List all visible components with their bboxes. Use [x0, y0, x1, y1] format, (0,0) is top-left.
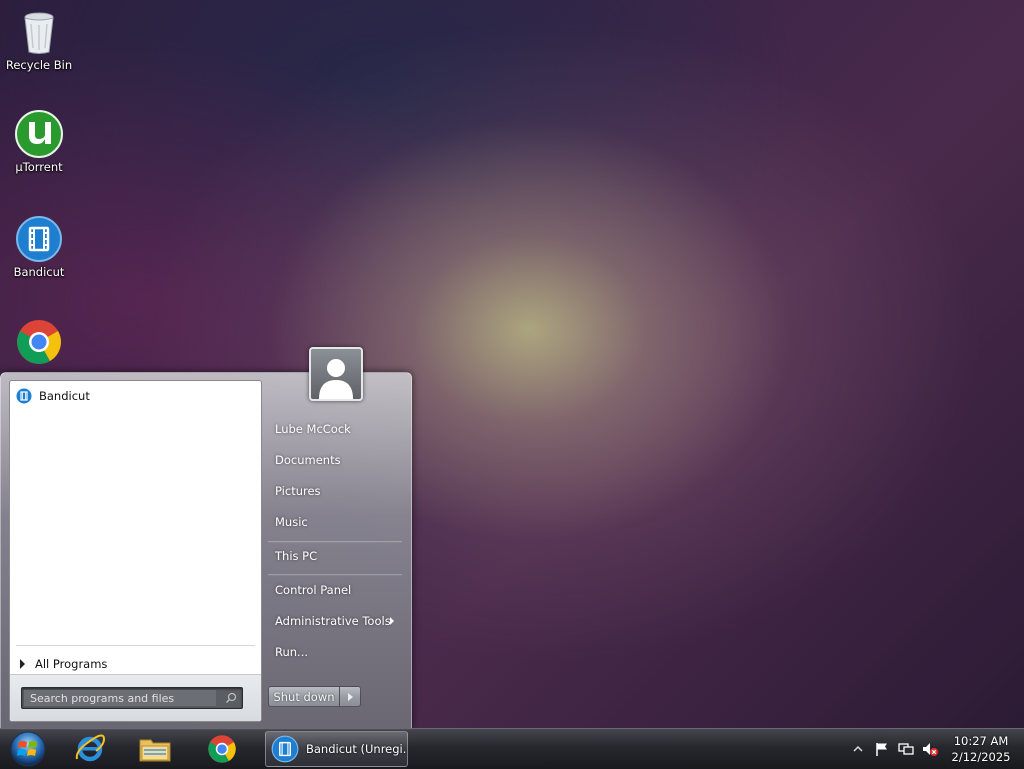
desktop-icon-label: Bandicut [13, 265, 65, 279]
music-link[interactable]: Music [268, 510, 402, 534]
show-hidden-icons-icon[interactable] [850, 741, 866, 757]
user-account-picture[interactable] [309, 347, 363, 401]
desktop-icon-recycle-bin[interactable]: Recycle Bin [0, 8, 78, 72]
triangle-right-icon [20, 659, 25, 669]
taskbar-running-bandicut[interactable]: Bandicut (Unregi... [265, 731, 408, 767]
start-menu-places-pane: Lube McCock Documents Pictures Music Thi… [262, 373, 410, 729]
start-menu-programs-pane: Bandicut All Programs [9, 380, 262, 722]
pinned-program-label: Bandicut [39, 389, 90, 403]
shutdown-button[interactable]: Shut down [268, 686, 340, 707]
file-explorer-icon [139, 739, 171, 762]
recycle-bin-icon [24, 12, 54, 54]
user-name-link[interactable]: Lube McCock [268, 417, 402, 441]
run-link[interactable]: Run... [268, 640, 402, 664]
search-area [10, 674, 261, 721]
all-programs-button[interactable]: All Programs [20, 657, 107, 671]
start-button[interactable] [4, 730, 48, 768]
utorrent-icon [15, 110, 63, 158]
user-avatar-icon [319, 359, 353, 399]
bandicut-icon [271, 735, 299, 763]
internet-explorer-icon [75, 734, 106, 762]
documents-link[interactable]: Documents [268, 448, 402, 472]
desktop-icon-chrome[interactable] [0, 318, 78, 366]
submenu-arrow-icon [390, 617, 394, 625]
this-pc-link[interactable]: This PC [268, 544, 402, 568]
search-input[interactable] [24, 690, 216, 706]
administrative-tools-label: Administrative Tools [275, 614, 391, 628]
pictures-link[interactable]: Pictures [268, 479, 402, 503]
bandicut-icon [16, 216, 62, 262]
volume-muted-icon[interactable] [922, 741, 938, 757]
shutdown-options-button[interactable] [340, 686, 361, 707]
search-icon[interactable] [224, 691, 238, 705]
control-panel-link[interactable]: Control Panel [268, 578, 402, 602]
desktop-icon-label: µTorrent [15, 160, 63, 174]
chrome-icon [208, 735, 236, 763]
divider [16, 645, 255, 646]
system-clock[interactable]: 10:27 AM 2/12/2025 [946, 733, 1016, 765]
chrome-icon [17, 320, 61, 364]
desktop-icon-bandicut[interactable]: Bandicut [0, 215, 78, 279]
divider [268, 541, 402, 543]
network-icon[interactable] [898, 741, 914, 757]
bandicut-icon [16, 388, 32, 404]
desktop-icon-label: Recycle Bin [5, 58, 73, 72]
action-center-flag-icon[interactable] [874, 741, 890, 757]
taskbar-chrome[interactable] [194, 731, 250, 767]
clock-time: 10:27 AM [953, 734, 1009, 748]
all-programs-label: All Programs [35, 657, 108, 671]
divider [268, 574, 402, 576]
pinned-program-bandicut[interactable]: Bandicut [14, 385, 90, 407]
search-box [21, 687, 243, 709]
administrative-tools-link[interactable]: Administrative Tools [268, 609, 402, 633]
taskbar-file-explorer[interactable] [127, 731, 183, 767]
clock-date: 2/12/2025 [951, 750, 1011, 764]
desktop-icon-utorrent[interactable]: µTorrent [0, 110, 78, 174]
taskbar: Bandicut (Unregi... 10:27 AM 2/12/2025 [0, 728, 1024, 769]
start-menu: Bandicut All Programs Lube McCock Docume… [0, 372, 412, 730]
chevron-right-icon [348, 693, 353, 701]
taskbar-internet-explorer[interactable] [62, 731, 118, 767]
running-task-label: Bandicut (Unregi... [306, 742, 408, 756]
